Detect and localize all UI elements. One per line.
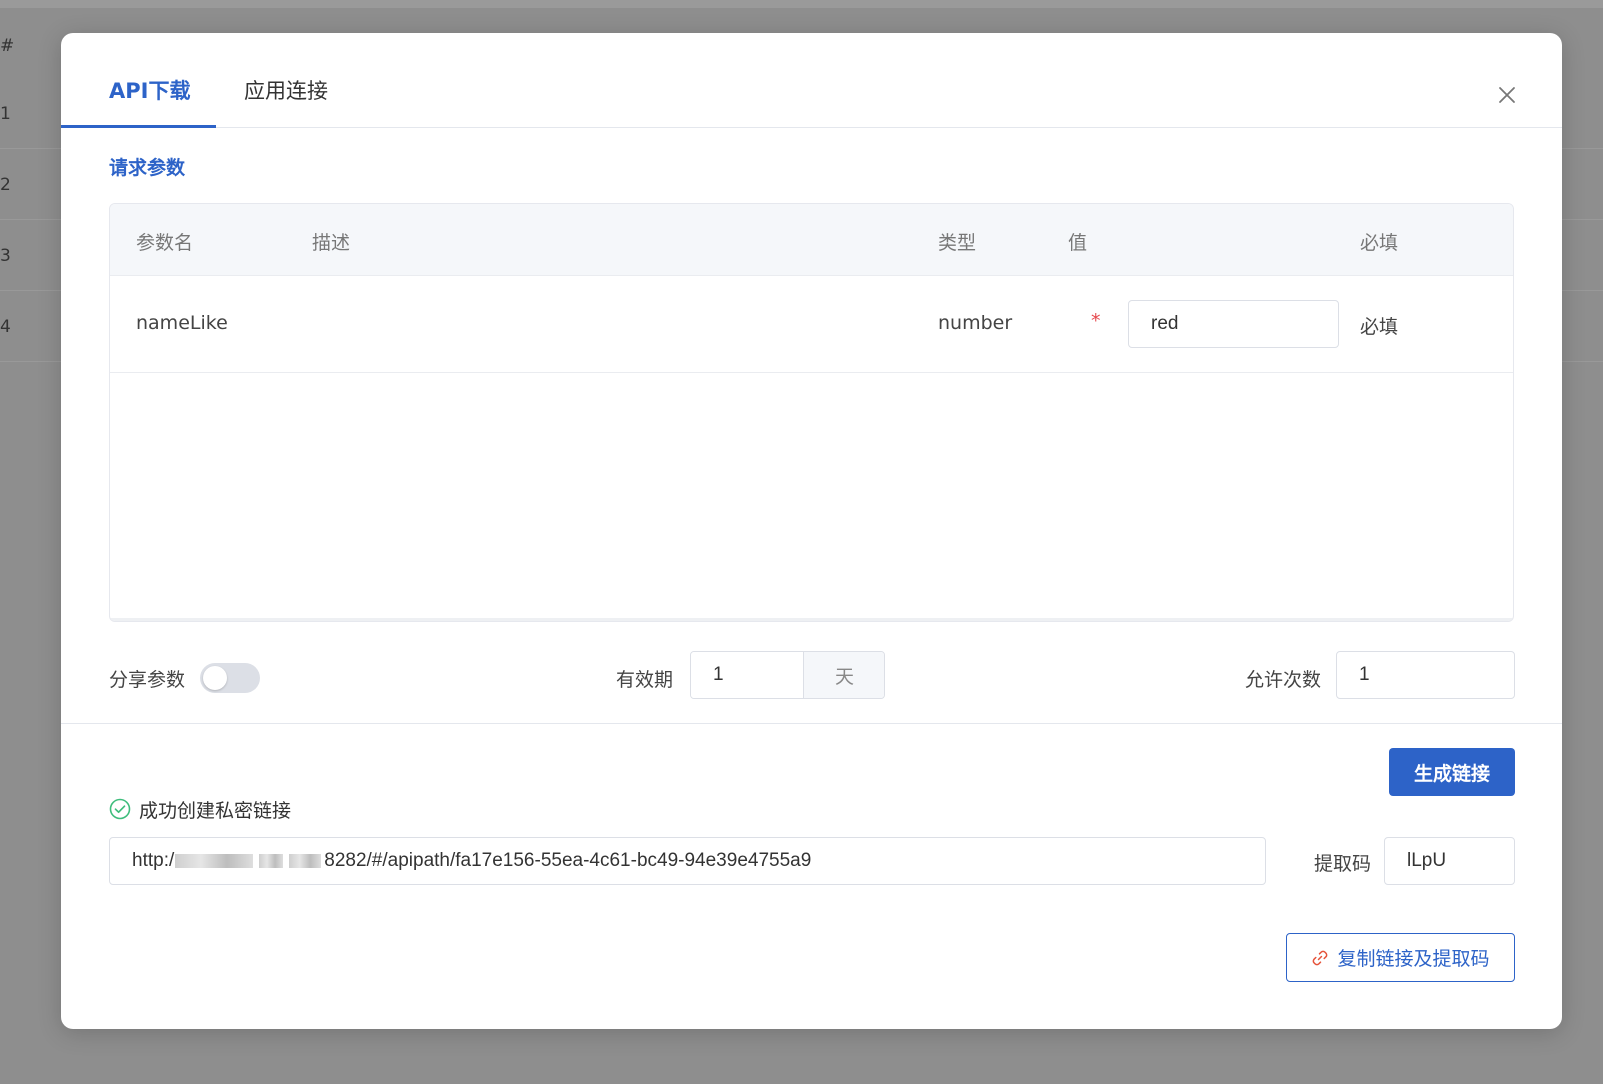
param-name-cell: nameLike — [136, 312, 228, 334]
column-header-required: 必填 — [1360, 232, 1399, 254]
validity-input[interactable] — [691, 652, 803, 698]
validity-input-group: 天 — [690, 651, 885, 699]
success-text: 成功创建私密链接 — [139, 799, 292, 822]
param-type-cell: number — [938, 312, 1013, 334]
active-tab-indicator — [61, 125, 216, 128]
extraction-code-label: 提取码 — [1314, 853, 1372, 875]
share-params-switch[interactable] — [200, 663, 260, 693]
share-params-label: 分享参数 — [109, 669, 186, 691]
allowed-count-input[interactable] — [1336, 651, 1515, 699]
redacted-host-part — [259, 854, 284, 868]
copy-button-label: 复制链接及提取码 — [1337, 948, 1490, 970]
link-icon — [1311, 949, 1329, 967]
generate-link-button[interactable]: 生成链接 — [1389, 748, 1515, 796]
link-url-prefix: http:/ — [132, 850, 175, 871]
api-download-dialog: API下载 应用连接 请求参数 参数名 描述 类型 值 必填 nameLike … — [61, 33, 1562, 1029]
column-header-description: 描述 — [312, 232, 351, 254]
copy-link-and-code-button[interactable]: 复制链接及提取码 — [1286, 933, 1515, 982]
check-circle-icon — [109, 798, 131, 820]
validity-unit: 天 — [803, 652, 884, 698]
allowed-count-label: 允许次数 — [1245, 669, 1322, 691]
param-required-cell: 必填 — [1360, 316, 1399, 338]
required-asterisk: * — [1091, 310, 1101, 332]
close-icon — [1499, 87, 1515, 103]
table-row: nameLike number * 必填 — [110, 276, 1513, 373]
success-message: 成功创建私密链接 — [109, 796, 291, 822]
link-url-suffix: 8282/#/apipath/fa17e156-55ea-4c61-bc49-9… — [324, 850, 812, 871]
params-table-header: 参数名 描述 类型 值 必填 — [110, 204, 1513, 276]
background-header-bar — [0, 0, 1603, 8]
request-params-title: 请求参数 — [109, 157, 186, 179]
close-button[interactable] — [1493, 81, 1521, 109]
background-header-index: # — [0, 36, 15, 56]
redacted-host-part — [289, 854, 322, 868]
param-value-input[interactable] — [1128, 300, 1339, 348]
dialog-tabs: API下载 应用连接 — [61, 33, 1562, 128]
column-header-type: 类型 — [938, 232, 977, 254]
table-bottom-border — [110, 618, 1513, 621]
switch-knob — [203, 666, 227, 690]
params-table: 参数名 描述 类型 值 必填 nameLike number * 必填 — [109, 203, 1514, 622]
tab-app-connection[interactable]: 应用连接 — [244, 75, 328, 105]
redacted-host-part — [175, 854, 254, 868]
column-header-param-name: 参数名 — [136, 232, 194, 254]
extraction-code-input[interactable] — [1384, 837, 1515, 885]
column-header-value: 值 — [1068, 232, 1088, 254]
section-divider — [61, 723, 1562, 724]
private-link-input[interactable]: http:/ 8282/#/apipath/fa17e156-55ea-4c61-… — [109, 837, 1266, 885]
tab-api-download[interactable]: API下载 — [109, 75, 190, 105]
validity-label: 有效期 — [616, 669, 674, 691]
